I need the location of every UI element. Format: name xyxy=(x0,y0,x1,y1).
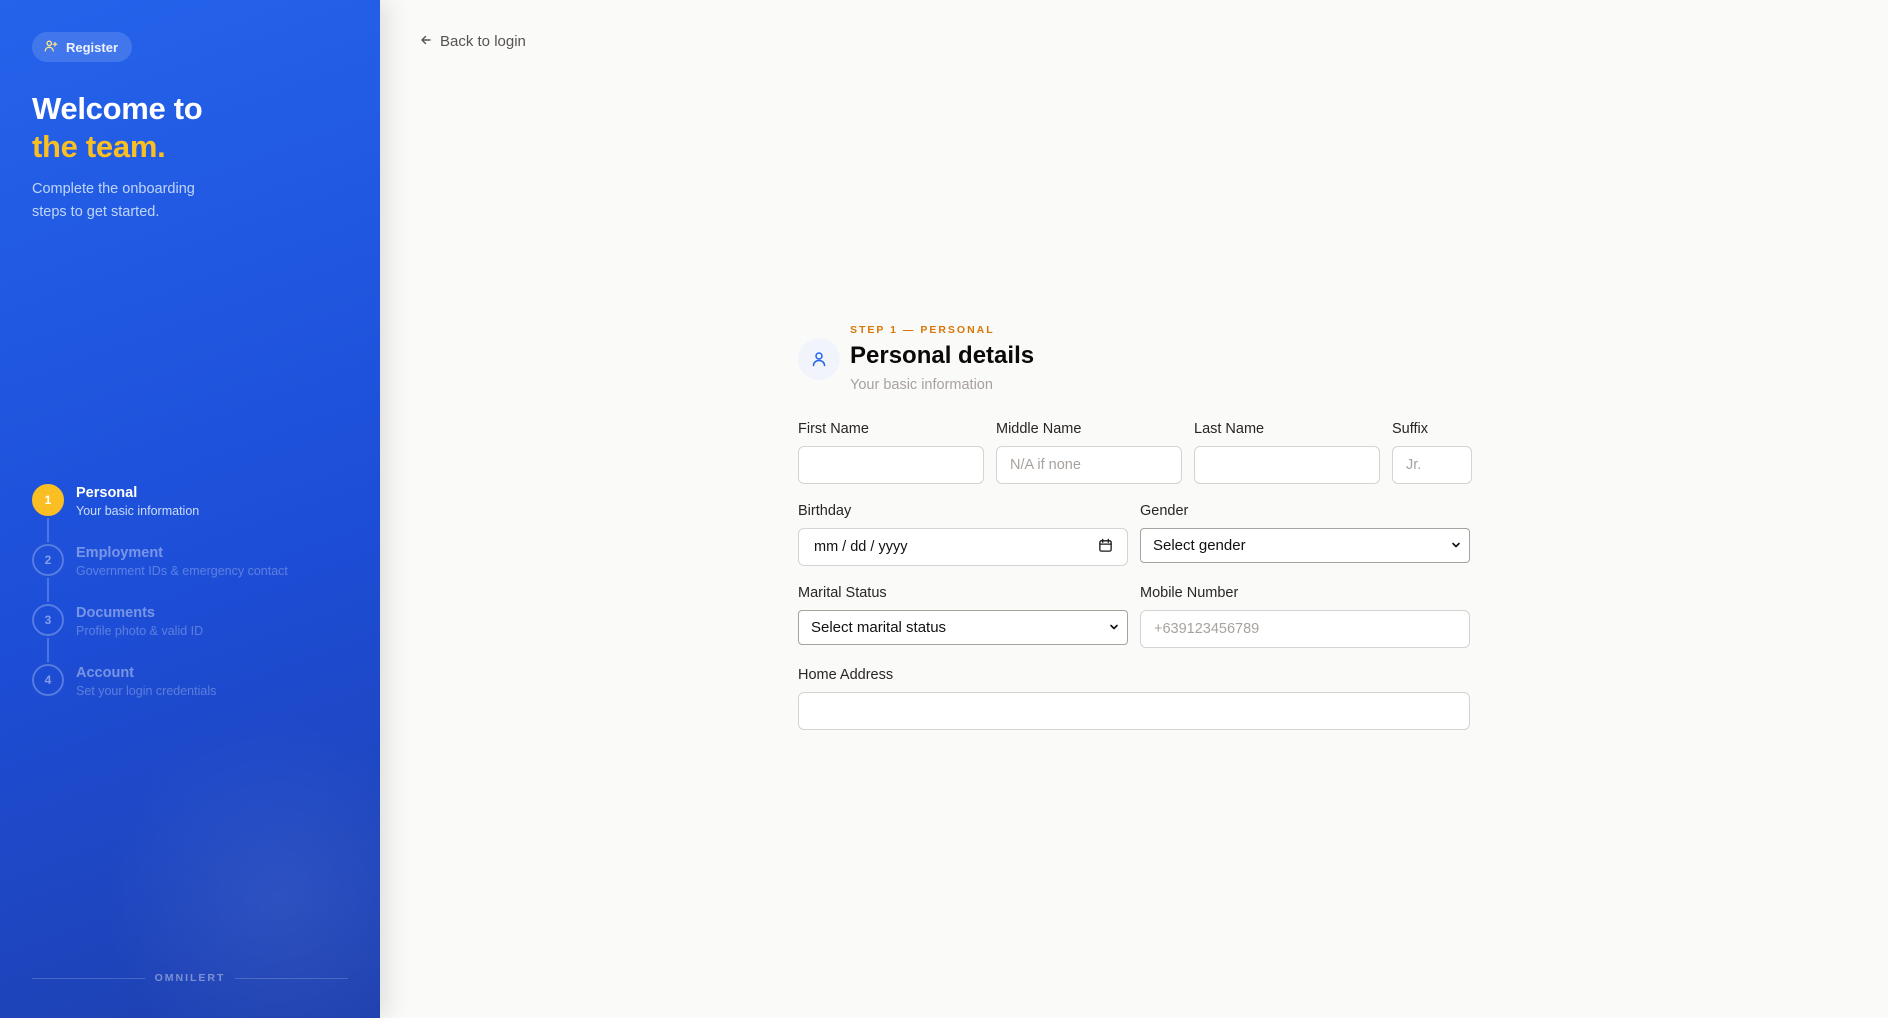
mobile-number-field: Mobile Number xyxy=(1140,584,1470,648)
birthday-gender-row: Birthday mm / dd / yyyy Gender Select ge… xyxy=(798,502,1470,566)
sidebar: Register Welcome to the team. Complete t… xyxy=(0,0,380,1018)
suffix-label: Suffix xyxy=(1392,421,1429,437)
mobile-number-label: Mobile Number xyxy=(1140,585,1239,601)
birthday-input[interactable]: mm / dd / yyyy xyxy=(798,528,1128,566)
step-documents[interactable]: 3 Documents Profile photo & valid ID xyxy=(32,604,288,664)
step-description: Set your login credentials xyxy=(76,684,217,698)
register-label: Register xyxy=(66,39,119,55)
step-label: Account xyxy=(76,665,134,681)
step-kicker: STEP 1 — PERSONAL xyxy=(850,324,995,336)
marital-status-select[interactable]: Select marital status xyxy=(798,610,1128,645)
hero-subtitle: Complete the onboarding steps to get sta… xyxy=(32,181,195,220)
hero-line-2: the team. xyxy=(32,129,166,164)
divider xyxy=(32,977,145,979)
step-employment[interactable]: 2 Employment Government IDs & emergency … xyxy=(32,544,288,604)
user-icon xyxy=(798,338,840,380)
step-account[interactable]: 4 Account Set your login credentials xyxy=(32,664,288,724)
middle-name-field: Middle Name xyxy=(996,420,1182,484)
brand-footer: OMNILERT xyxy=(32,972,349,984)
step-description: Government IDs & emergency contact xyxy=(76,564,288,578)
first-name-label: First Name xyxy=(798,421,869,437)
gender-field: Gender Select gender xyxy=(1140,502,1470,566)
suffix-input[interactable] xyxy=(1392,446,1472,484)
register-badge[interactable]: Register xyxy=(32,32,133,62)
step-description: Profile photo & valid ID xyxy=(76,624,204,638)
last-name-field: Last Name xyxy=(1194,420,1380,484)
marital-status-field: Marital Status Select marital status xyxy=(798,584,1128,648)
middle-name-label: Middle Name xyxy=(996,421,1082,437)
hero-title: Welcome to the team. xyxy=(32,90,203,166)
step-number: 1 xyxy=(32,484,64,516)
form-header: STEP 1 — PERSONAL Personal details Your … xyxy=(798,322,1470,395)
calendar-icon[interactable] xyxy=(1098,538,1113,557)
step-label: Employment xyxy=(76,545,164,561)
marital-status-label: Marital Status xyxy=(798,585,887,601)
step-description: Your basic information xyxy=(76,504,200,518)
divider xyxy=(235,977,349,979)
mobile-number-input[interactable] xyxy=(1140,610,1470,648)
chevron-down-icon xyxy=(1451,537,1461,554)
back-to-login-link[interactable]: Back to login xyxy=(420,33,526,50)
home-address-label: Home Address xyxy=(798,667,894,683)
form-title: Personal details xyxy=(850,342,1035,369)
home-address-input[interactable] xyxy=(798,692,1470,730)
step-label: Personal xyxy=(76,485,138,501)
form-subtitle: Your basic information xyxy=(850,377,993,393)
step-number: 4 xyxy=(32,664,64,696)
birthday-value: mm / dd / yyyy xyxy=(814,539,908,555)
arrow-left-icon xyxy=(420,33,432,50)
user-plus-icon xyxy=(44,39,58,56)
address-row: Home Address xyxy=(798,666,1470,730)
step-personal[interactable]: 1 Personal Your basic information xyxy=(32,484,288,544)
step-number: 3 xyxy=(32,604,64,636)
step-connector xyxy=(47,578,49,602)
name-row: First Name Middle Name Last Name Suffix xyxy=(798,420,1472,484)
gender-label: Gender xyxy=(1140,503,1189,519)
chevron-down-icon xyxy=(1109,619,1119,636)
last-name-label: Last Name xyxy=(1194,421,1265,437)
gender-selected-value: Select gender xyxy=(1153,537,1246,554)
first-name-input[interactable] xyxy=(798,446,984,484)
gender-select[interactable]: Select gender xyxy=(1140,528,1470,563)
step-number: 2 xyxy=(32,544,64,576)
middle-name-input[interactable] xyxy=(996,446,1182,484)
marital-status-selected-value: Select marital status xyxy=(811,619,947,636)
last-name-input[interactable] xyxy=(1194,446,1380,484)
brand-name: OMNILERT xyxy=(154,972,226,984)
back-label: Back to login xyxy=(440,33,526,50)
step-label: Documents xyxy=(76,605,155,621)
step-connector xyxy=(47,638,49,662)
step-connector xyxy=(47,518,49,542)
first-name-field: First Name xyxy=(798,420,984,484)
birthday-label: Birthday xyxy=(798,503,852,519)
hero-line-1: Welcome to xyxy=(32,91,203,126)
home-address-field: Home Address xyxy=(798,666,1470,730)
suffix-field: Suffix xyxy=(1392,420,1472,484)
onboarding-steps: 1 Personal Your basic information 2 Empl… xyxy=(32,484,288,724)
marital-mobile-row: Marital Status Select marital status Mob… xyxy=(798,584,1470,648)
personal-details-form: STEP 1 — PERSONAL Personal details Your … xyxy=(798,322,1472,730)
birthday-field: Birthday mm / dd / yyyy xyxy=(798,502,1128,566)
